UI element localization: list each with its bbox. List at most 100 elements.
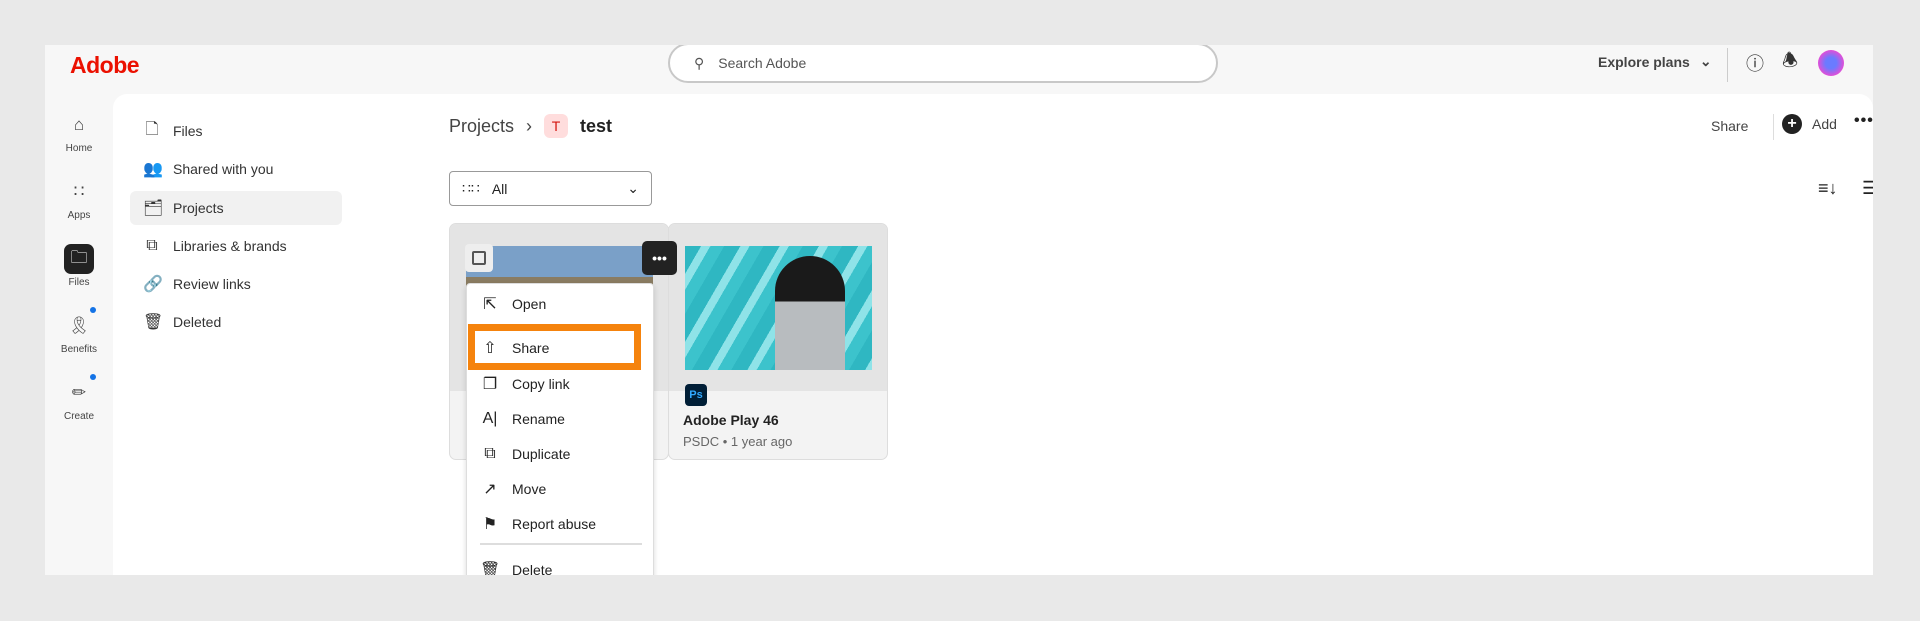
- avatar[interactable]: [1818, 50, 1844, 76]
- nav-item-review-links[interactable]: 🔗 Review links: [130, 267, 342, 301]
- chevron-down-icon: ⌄: [627, 180, 639, 196]
- sort-icon[interactable]: ≡↓: [1818, 178, 1838, 199]
- home-icon: ⌂: [73, 115, 85, 134]
- nav-item-projects[interactable]: 🗂 Projects: [130, 191, 342, 225]
- copy-link-icon: ❐: [482, 375, 498, 393]
- card-title: Adobe Play 46: [683, 412, 779, 428]
- rail-item-create[interactable]: ✏ Create: [45, 374, 113, 422]
- select-checkbox[interactable]: [465, 244, 493, 272]
- rail-label: Create: [63, 411, 94, 422]
- library-icon: ⧉: [146, 237, 158, 254]
- menu-item-move[interactable]: ↗ Move: [467, 471, 653, 506]
- nav-item-shared[interactable]: 👥 Shared with you: [130, 152, 342, 186]
- menu-divider: [480, 543, 642, 545]
- search-icon: ⚲: [694, 54, 705, 71]
- menu-label: Share: [512, 339, 550, 356]
- menu-label: Open: [512, 295, 547, 312]
- filter-value: All: [491, 180, 508, 197]
- divider: [1773, 114, 1774, 140]
- nav-item-files[interactable]: 🗋 Files: [130, 114, 342, 148]
- nav-item-deleted[interactable]: 🗑 Deleted: [130, 305, 342, 339]
- menu-label: Rename: [512, 410, 565, 427]
- portrait-image: [775, 256, 845, 370]
- nav-label: Review links: [173, 276, 251, 292]
- card-subtitle: PSDC • 1 year ago: [683, 434, 793, 449]
- plus-icon: +: [1782, 114, 1802, 134]
- menu-item-report-abuse[interactable]: ⚑ Report abuse: [467, 506, 653, 541]
- nav-label: Files: [173, 123, 203, 139]
- nav-label: Libraries & brands: [173, 238, 287, 254]
- menu-item-rename[interactable]: A| Rename: [467, 401, 653, 436]
- list-view-icon[interactable]: ☰: [1862, 178, 1873, 199]
- menu-label: Duplicate: [512, 445, 571, 462]
- rail-label: Benefits: [60, 344, 98, 355]
- chevron-down-icon: ⌄: [1699, 53, 1712, 69]
- more-options-button[interactable]: •••: [1854, 112, 1873, 130]
- apps-icon: ∷: [73, 182, 85, 201]
- award-icon: 🎗: [68, 316, 90, 335]
- menu-item-open[interactable]: ⇱ Open: [467, 286, 653, 321]
- duplicate-icon: ⧉: [484, 444, 496, 462]
- add-label: Add: [1812, 116, 1837, 132]
- menu-item-copy-link[interactable]: ❐ Copy link: [467, 366, 653, 401]
- breadcrumb-projects[interactable]: Projects: [449, 116, 514, 137]
- rail-label: Files: [68, 277, 90, 288]
- project-badge: T: [544, 114, 569, 138]
- share-icon: ⇧: [483, 339, 497, 357]
- explore-plans-label: Explore plans: [1598, 53, 1690, 70]
- nav-item-libraries[interactable]: ⧉ Libraries & brands: [130, 229, 342, 263]
- breadcrumb: Projects › T test: [449, 114, 612, 138]
- share-button[interactable]: Share: [1711, 118, 1748, 134]
- app-window: Adobe ⚲ Search Adobe Explore plans ⌄ ⓘ 🕭 …: [45, 45, 1873, 575]
- menu-label: Delete: [512, 561, 553, 576]
- rail-item-apps[interactable]: ∷ Apps: [45, 177, 113, 221]
- menu-item-share[interactable]: ⇧ Share: [467, 330, 653, 365]
- checkbox-icon: [472, 251, 486, 265]
- link-icon: 🔗: [143, 276, 163, 293]
- chevron-right-icon: ›: [526, 115, 533, 136]
- card-thumbnail-area: [669, 224, 887, 391]
- open-icon: ⇱: [483, 295, 497, 313]
- flag-icon: ⚑: [482, 515, 498, 533]
- rail-label: Home: [65, 143, 93, 154]
- card-thumbnail: [685, 246, 872, 370]
- folder-icon: 🗀: [64, 244, 94, 274]
- nav-label: Deleted: [173, 314, 222, 330]
- menu-label: Report abuse: [512, 515, 597, 532]
- users-icon: 👥: [143, 161, 163, 178]
- search-placeholder: Search Adobe: [718, 55, 807, 71]
- context-menu: ⇱ Open ⇧ Share ❐ Copy link A| Rename ⧉ Duplic…: [466, 283, 654, 575]
- nav-label: Projects: [173, 200, 224, 216]
- explore-plans-button[interactable]: Explore plans ⌄: [1598, 53, 1712, 70]
- rename-icon: A|: [482, 409, 498, 427]
- rail-item-files[interactable]: 🗀 Files: [45, 244, 113, 288]
- add-button[interactable]: + Add: [1782, 114, 1837, 134]
- menu-item-delete[interactable]: 🗑 Delete: [467, 552, 653, 576]
- menu-item-duplicate[interactable]: ⧉ Duplicate: [467, 436, 653, 471]
- trash-icon: 🗑: [480, 561, 501, 576]
- page-title: test: [580, 115, 613, 136]
- grid-icon: ∷∷: [462, 180, 480, 196]
- menu-label: Move: [512, 480, 547, 497]
- card-more-button[interactable]: •••: [642, 241, 677, 275]
- help-icon[interactable]: ⓘ: [1743, 51, 1767, 75]
- projects-icon: 🗂: [143, 200, 164, 217]
- photoshop-icon: Ps: [685, 384, 707, 406]
- trash-icon: 🗑: [143, 314, 164, 331]
- bell-icon[interactable]: 🕭: [1778, 50, 1802, 75]
- notification-dot: [90, 374, 96, 380]
- project-card[interactable]: Ps Adobe Play 46 PSDC • 1 year ago: [668, 223, 888, 460]
- filter-dropdown[interactable]: ∷∷ All ⌄: [449, 171, 652, 206]
- rail-item-home[interactable]: ⌂ Home: [45, 110, 113, 154]
- rail-item-benefits[interactable]: 🎗 Benefits: [45, 307, 113, 355]
- adobe-logo[interactable]: Adobe: [70, 52, 140, 79]
- search-input[interactable]: ⚲ Search Adobe: [668, 45, 1218, 83]
- move-icon: ↗: [483, 480, 497, 498]
- divider: [1727, 48, 1728, 82]
- nav-label: Shared with you: [173, 161, 274, 177]
- create-icon: ✏: [71, 383, 87, 402]
- main-panel: 🗋 Files 👥 Shared with you 🗂 Projects ⧉ Libra…: [113, 94, 1873, 575]
- rail-label: Apps: [67, 210, 91, 221]
- menu-label: Copy link: [512, 375, 570, 392]
- notification-dot: [90, 307, 96, 313]
